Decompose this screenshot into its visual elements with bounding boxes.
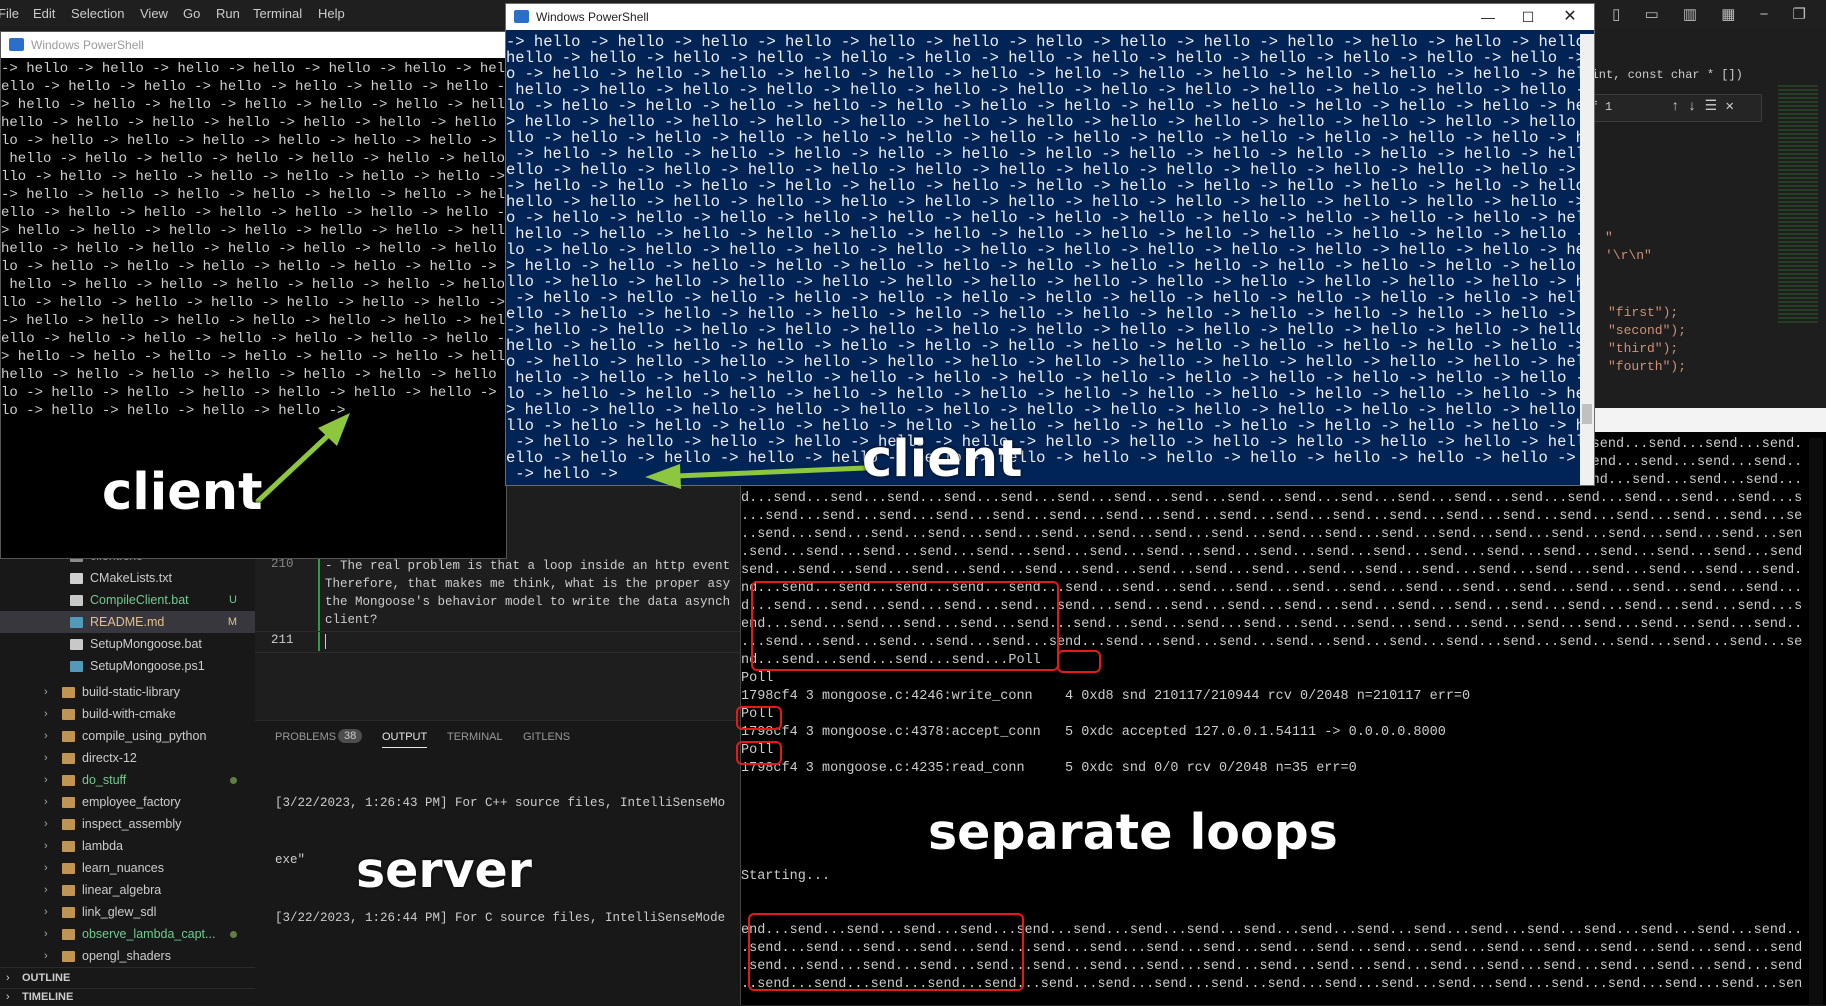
arrow-to-client-1 [255, 413, 350, 504]
annotation-server: server [356, 842, 532, 899]
annotation-client-right: client [862, 430, 1023, 489]
annotation-client-left: client [102, 463, 263, 522]
annotation-separate-loops: separate loops [928, 804, 1338, 861]
annotation-arrows [255, 413, 868, 504]
arrow-to-client-2 [645, 464, 868, 489]
